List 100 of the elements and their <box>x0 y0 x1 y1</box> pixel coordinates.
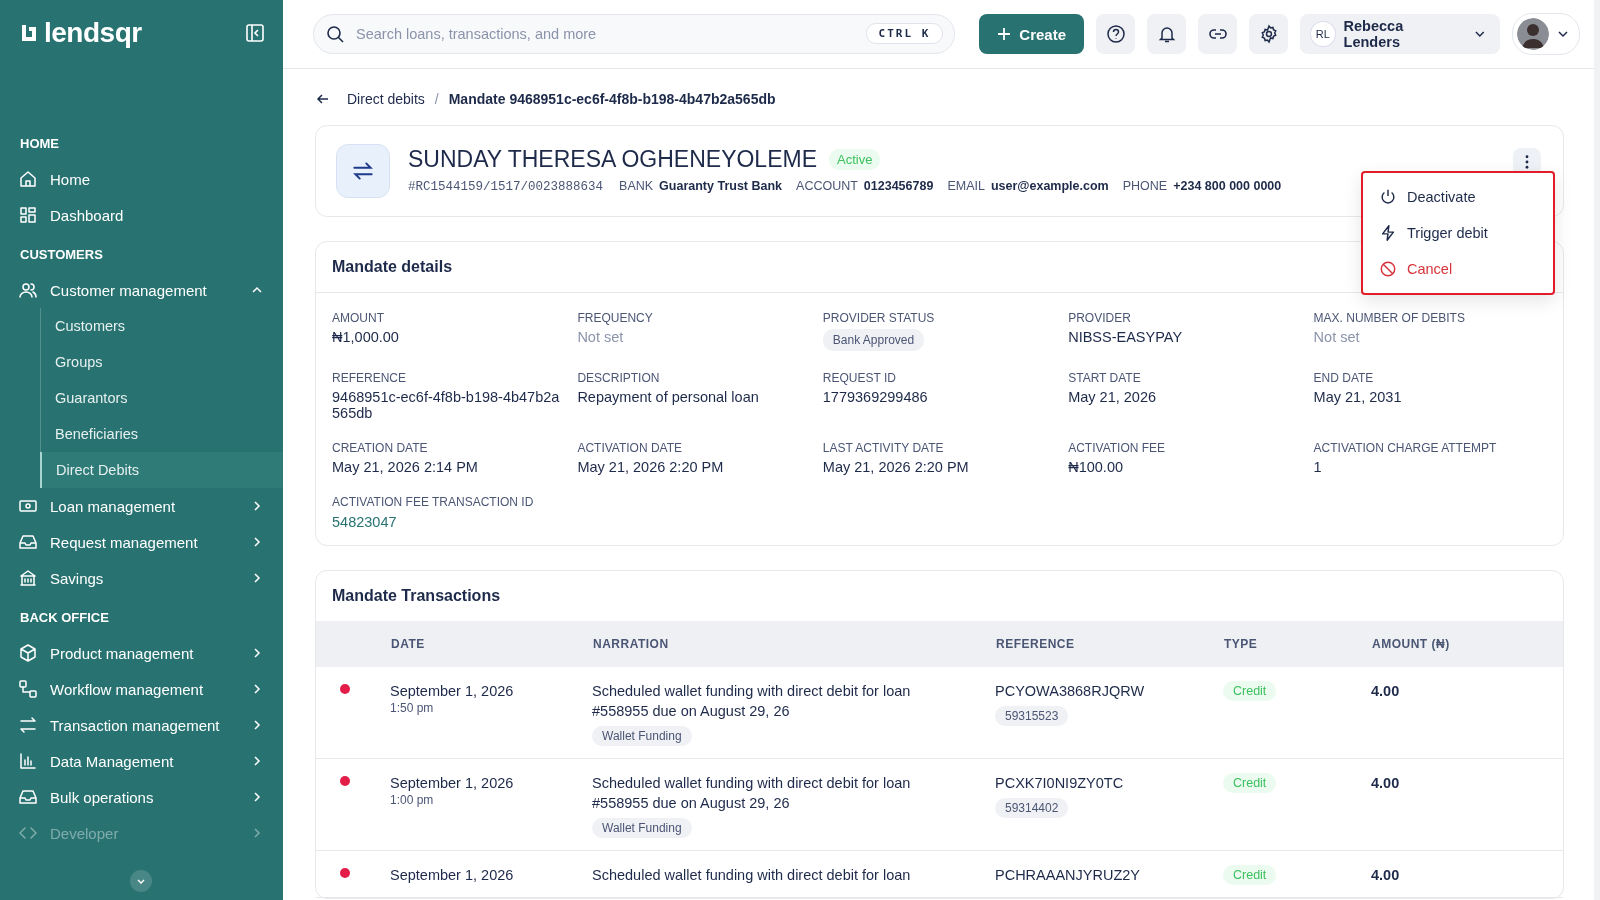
field-label: ACTIVATION FEE TRANSACTION ID <box>332 495 535 509</box>
meta-label: ACCOUNT <box>796 179 858 193</box>
nav-item[interactable]: Loan management <box>0 488 283 524</box>
chevron-icon <box>251 827 263 839</box>
create-button[interactable]: Create <box>979 14 1084 54</box>
field-label: DESCRIPTION <box>577 371 661 385</box>
scroll-down-button[interactable] <box>130 870 152 892</box>
user-name: Rebecca Lenders <box>1343 18 1405 50</box>
field-value: May 21, 2031 <box>1313 389 1403 405</box>
chevron-icon <box>251 719 263 731</box>
section-heading: CUSTOMERS <box>19 247 104 262</box>
nav-item[interactable]: Customer management <box>0 272 283 308</box>
meta-value: +234 800 000 0000 <box>1173 179 1282 193</box>
nav-subitem[interactable]: Direct Debits <box>40 452 283 488</box>
column-header: REFERENCE <box>996 637 1075 651</box>
transaction-link[interactable]: 54823047 <box>332 514 397 530</box>
chevron-icon <box>251 647 263 659</box>
nav-item[interactable]: Dashboard <box>0 197 283 233</box>
nav-item[interactable]: Savings <box>0 560 283 596</box>
nav-subitem[interactable]: Groups <box>41 344 283 380</box>
reference-id-tag: 59314402 <box>995 798 1069 818</box>
meta-label: PHONE <box>1122 179 1168 193</box>
grid-icon <box>18 205 38 225</box>
nav-item[interactable]: Product management <box>0 635 283 671</box>
field-label: PROVIDER <box>1068 311 1132 325</box>
column-header: AMOUNT (₦) <box>1372 637 1450 651</box>
nav-subitem[interactable]: Beneficiaries <box>41 416 283 452</box>
link-button[interactable] <box>1198 14 1238 54</box>
chevron-icon <box>251 791 263 803</box>
field-label: START DATE <box>1068 371 1142 385</box>
field-value: Repayment of personal loan <box>577 389 760 405</box>
meta-value: 0123456789 <box>863 179 934 193</box>
lightning-icon <box>1379 224 1397 242</box>
mandate-code: #RC1544159/1517/0023888634 <box>408 180 604 194</box>
field-label: ACTIVATION CHARGE ATTEMPT <box>1313 441 1498 455</box>
sidebar-toggle-icon[interactable] <box>245 23 265 43</box>
help-button[interactable] <box>1096 14 1136 54</box>
field-label: END DATE <box>1313 371 1375 385</box>
customer-name: SUNDAY THERESA OGHENEYOLEME <box>408 146 817 173</box>
menu-item[interactable]: Deactivate <box>1363 179 1553 215</box>
user-initials: RL <box>1310 21 1336 47</box>
nav-subitem[interactable]: Customers <box>41 308 283 344</box>
field-label: ACTIVATION FEE <box>1068 441 1167 455</box>
status-tag: Bank Approved <box>822 329 925 351</box>
amount-text: 4.00 <box>1371 682 1401 701</box>
field-value: May 21, 2026 <box>1068 389 1158 405</box>
arrows-icon <box>18 715 38 735</box>
notifications-button[interactable] <box>1147 14 1187 54</box>
plus-icon <box>997 27 1012 41</box>
type-tag: Credit <box>1223 773 1277 793</box>
field-label: ACTIVATION DATE <box>577 441 684 455</box>
settings-button[interactable] <box>1249 14 1289 54</box>
field-value: May 21, 2026 2:20 PM <box>577 459 725 475</box>
field-label: REQUEST ID <box>822 371 897 385</box>
profile-button[interactable] <box>1512 13 1580 55</box>
field-label: MAX. NUMBER OF DEBITS <box>1313 311 1466 325</box>
bell-icon <box>1156 24 1177 44</box>
narration-text: Scheduled wallet funding with direct debit for loan <box>592 866 912 885</box>
meta-label: EMAIL <box>947 179 985 193</box>
nav-item[interactable]: Workflow management <box>0 671 283 707</box>
nav-item[interactable]: Home <box>0 161 283 197</box>
search-icon <box>325 24 345 44</box>
users-icon <box>18 280 38 300</box>
flow-icon <box>18 679 38 699</box>
chevron-icon <box>251 755 263 767</box>
field-value: 1 <box>1313 459 1323 475</box>
reference-id-tag: 59315523 <box>995 706 1069 726</box>
menu-item[interactable]: Cancel <box>1363 251 1553 287</box>
power-icon <box>1379 188 1397 206</box>
nav-item[interactable]: Request management <box>0 524 283 560</box>
exchange-icon <box>336 144 390 198</box>
more-icon <box>1525 155 1529 169</box>
type-tag: Credit <box>1223 681 1277 701</box>
card-title: Mandate Transactions <box>331 586 502 606</box>
reference-text: PCYOWA3868RJQRW <box>995 682 1146 701</box>
field-label: CREATION DATE <box>332 441 429 455</box>
nav-item[interactable]: Transaction management <box>0 707 283 743</box>
reference-text: PCHRAAANJYRUZ2Y <box>995 866 1142 885</box>
nav-item[interactable]: Bulk operations <box>0 779 283 815</box>
section-heading: BACK OFFICE <box>19 610 110 625</box>
nav-item[interactable]: Data Management <box>0 743 283 779</box>
field-label: PROVIDER STATUS <box>822 311 936 325</box>
menu-item[interactable]: Trigger debit <box>1363 215 1553 251</box>
settings-icon <box>1258 24 1279 44</box>
date-text: September 1, 2026 <box>390 774 515 793</box>
breadcrumb-link[interactable]: Direct debits <box>347 91 425 107</box>
date-text: September 1, 2026 <box>390 682 515 701</box>
section-heading: HOME <box>19 136 60 151</box>
amount-text: 4.00 <box>1371 866 1401 885</box>
field-value: Not set <box>1313 329 1361 345</box>
field-label: LAST ACTIVITY DATE <box>822 441 945 455</box>
category-tag: Wallet Funding <box>592 726 692 746</box>
field-label: REFERENCE <box>332 371 407 385</box>
reference-text: PCXK7I0NI9ZY0TC <box>995 774 1125 793</box>
help-icon <box>1105 24 1126 44</box>
chart-icon <box>18 751 38 771</box>
nav-subitem[interactable]: Guarantors <box>41 380 283 416</box>
field-value: 1779369299486 <box>822 389 929 405</box>
amount-text: 4.00 <box>1371 774 1401 793</box>
breadcrumb-current: Mandate 9468951c-ec6f-4f8b-b198-4b47b2a565db <box>448 91 776 107</box>
